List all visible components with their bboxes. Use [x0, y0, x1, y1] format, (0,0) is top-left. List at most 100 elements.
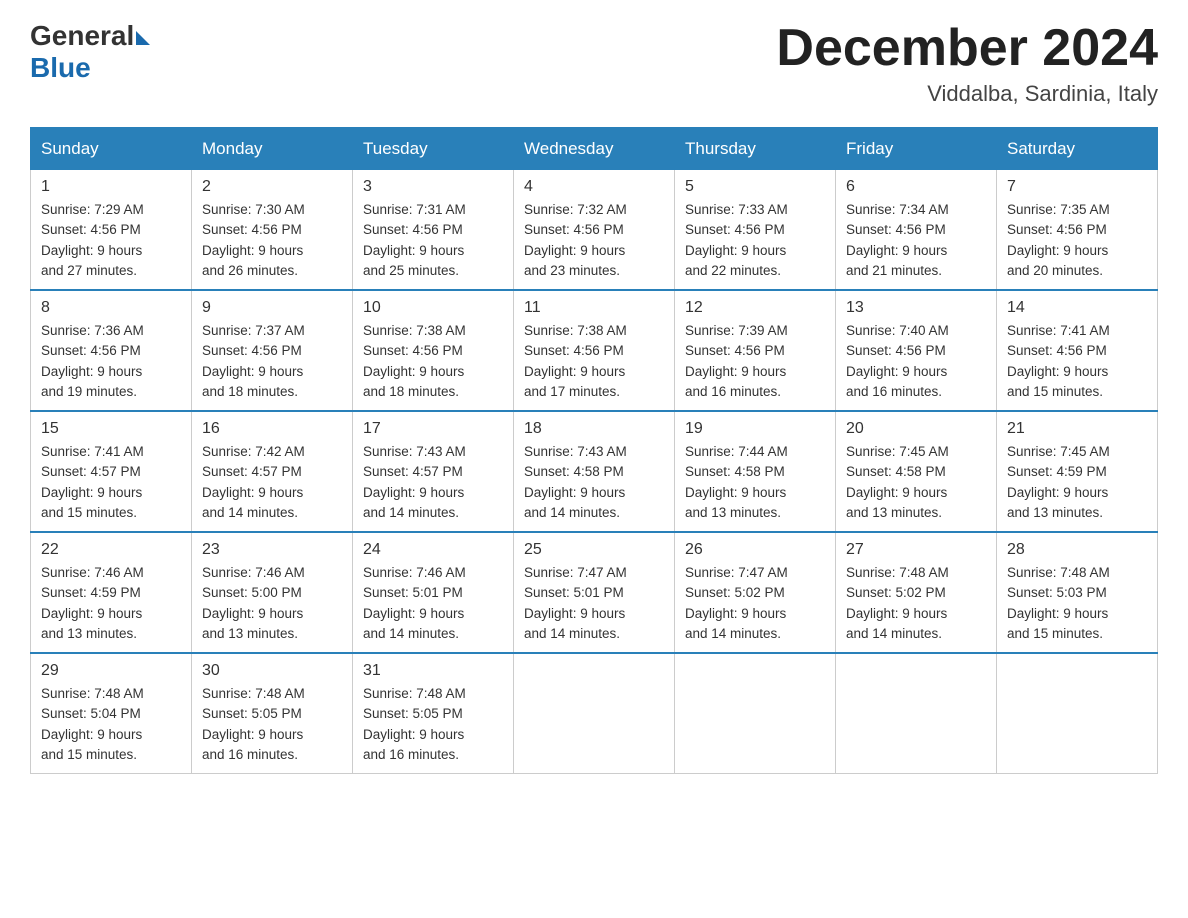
day-number: 20 — [846, 420, 986, 438]
calendar-day-cell: 3 Sunrise: 7:31 AMSunset: 4:56 PMDayligh… — [353, 170, 514, 291]
calendar-day-cell: 19 Sunrise: 7:44 AMSunset: 4:58 PMDaylig… — [675, 411, 836, 532]
day-info: Sunrise: 7:40 AMSunset: 4:56 PMDaylight:… — [846, 323, 949, 399]
calendar-week-row: 1 Sunrise: 7:29 AMSunset: 4:56 PMDayligh… — [31, 170, 1158, 291]
day-number: 5 — [685, 178, 825, 196]
calendar-day-cell: 27 Sunrise: 7:48 AMSunset: 5:02 PMDaylig… — [836, 532, 997, 653]
day-info: Sunrise: 7:39 AMSunset: 4:56 PMDaylight:… — [685, 323, 788, 399]
day-of-week-header: Thursday — [675, 128, 836, 170]
calendar-day-cell: 5 Sunrise: 7:33 AMSunset: 4:56 PMDayligh… — [675, 170, 836, 291]
day-number: 9 — [202, 299, 342, 317]
calendar-day-cell: 30 Sunrise: 7:48 AMSunset: 5:05 PMDaylig… — [192, 653, 353, 774]
day-info: Sunrise: 7:29 AMSunset: 4:56 PMDaylight:… — [41, 202, 144, 278]
calendar-week-row: 8 Sunrise: 7:36 AMSunset: 4:56 PMDayligh… — [31, 290, 1158, 411]
calendar-week-row: 15 Sunrise: 7:41 AMSunset: 4:57 PMDaylig… — [31, 411, 1158, 532]
day-number: 3 — [363, 178, 503, 196]
calendar-table: SundayMondayTuesdayWednesdayThursdayFrid… — [30, 127, 1158, 774]
calendar-day-cell — [836, 653, 997, 774]
day-info: Sunrise: 7:43 AMSunset: 4:57 PMDaylight:… — [363, 444, 466, 520]
day-info: Sunrise: 7:33 AMSunset: 4:56 PMDaylight:… — [685, 202, 788, 278]
day-info: Sunrise: 7:45 AMSunset: 4:58 PMDaylight:… — [846, 444, 949, 520]
calendar-day-cell: 26 Sunrise: 7:47 AMSunset: 5:02 PMDaylig… — [675, 532, 836, 653]
calendar-day-cell: 22 Sunrise: 7:46 AMSunset: 4:59 PMDaylig… — [31, 532, 192, 653]
day-number: 13 — [846, 299, 986, 317]
day-number: 2 — [202, 178, 342, 196]
day-info: Sunrise: 7:48 AMSunset: 5:05 PMDaylight:… — [202, 686, 305, 762]
day-of-week-header: Monday — [192, 128, 353, 170]
day-number: 10 — [363, 299, 503, 317]
day-number: 30 — [202, 662, 342, 680]
calendar-day-cell — [997, 653, 1158, 774]
day-number: 18 — [524, 420, 664, 438]
calendar-header-row: SundayMondayTuesdayWednesdayThursdayFrid… — [31, 128, 1158, 170]
calendar-day-cell: 14 Sunrise: 7:41 AMSunset: 4:56 PMDaylig… — [997, 290, 1158, 411]
day-number: 12 — [685, 299, 825, 317]
calendar-day-cell: 6 Sunrise: 7:34 AMSunset: 4:56 PMDayligh… — [836, 170, 997, 291]
day-info: Sunrise: 7:41 AMSunset: 4:57 PMDaylight:… — [41, 444, 144, 520]
day-of-week-header: Friday — [836, 128, 997, 170]
logo-triangle-icon — [136, 31, 150, 45]
day-number: 11 — [524, 299, 664, 317]
day-info: Sunrise: 7:31 AMSunset: 4:56 PMDaylight:… — [363, 202, 466, 278]
day-number: 21 — [1007, 420, 1147, 438]
calendar-day-cell: 31 Sunrise: 7:48 AMSunset: 5:05 PMDaylig… — [353, 653, 514, 774]
day-number: 22 — [41, 541, 181, 559]
logo-general-text: General — [30, 20, 134, 52]
logo-blue-text: Blue — [30, 52, 91, 84]
day-of-week-header: Wednesday — [514, 128, 675, 170]
day-info: Sunrise: 7:47 AMSunset: 5:01 PMDaylight:… — [524, 565, 627, 641]
day-info: Sunrise: 7:35 AMSunset: 4:56 PMDaylight:… — [1007, 202, 1110, 278]
day-info: Sunrise: 7:48 AMSunset: 5:05 PMDaylight:… — [363, 686, 466, 762]
calendar-day-cell: 4 Sunrise: 7:32 AMSunset: 4:56 PMDayligh… — [514, 170, 675, 291]
day-number: 27 — [846, 541, 986, 559]
calendar-week-row: 29 Sunrise: 7:48 AMSunset: 5:04 PMDaylig… — [31, 653, 1158, 774]
day-info: Sunrise: 7:45 AMSunset: 4:59 PMDaylight:… — [1007, 444, 1110, 520]
calendar-day-cell: 16 Sunrise: 7:42 AMSunset: 4:57 PMDaylig… — [192, 411, 353, 532]
calendar-day-cell: 21 Sunrise: 7:45 AMSunset: 4:59 PMDaylig… — [997, 411, 1158, 532]
calendar-day-cell: 23 Sunrise: 7:46 AMSunset: 5:00 PMDaylig… — [192, 532, 353, 653]
calendar-day-cell: 24 Sunrise: 7:46 AMSunset: 5:01 PMDaylig… — [353, 532, 514, 653]
day-number: 19 — [685, 420, 825, 438]
calendar-day-cell: 29 Sunrise: 7:48 AMSunset: 5:04 PMDaylig… — [31, 653, 192, 774]
day-info: Sunrise: 7:43 AMSunset: 4:58 PMDaylight:… — [524, 444, 627, 520]
calendar-week-row: 22 Sunrise: 7:46 AMSunset: 4:59 PMDaylig… — [31, 532, 1158, 653]
calendar-day-cell — [675, 653, 836, 774]
day-info: Sunrise: 7:36 AMSunset: 4:56 PMDaylight:… — [41, 323, 144, 399]
calendar-day-cell: 20 Sunrise: 7:45 AMSunset: 4:58 PMDaylig… — [836, 411, 997, 532]
day-info: Sunrise: 7:42 AMSunset: 4:57 PMDaylight:… — [202, 444, 305, 520]
calendar-day-cell: 25 Sunrise: 7:47 AMSunset: 5:01 PMDaylig… — [514, 532, 675, 653]
calendar-day-cell: 2 Sunrise: 7:30 AMSunset: 4:56 PMDayligh… — [192, 170, 353, 291]
day-number: 4 — [524, 178, 664, 196]
day-number: 1 — [41, 178, 181, 196]
day-info: Sunrise: 7:37 AMSunset: 4:56 PMDaylight:… — [202, 323, 305, 399]
location-text: Viddalba, Sardinia, Italy — [776, 81, 1158, 107]
day-info: Sunrise: 7:38 AMSunset: 4:56 PMDaylight:… — [524, 323, 627, 399]
day-info: Sunrise: 7:46 AMSunset: 5:00 PMDaylight:… — [202, 565, 305, 641]
month-title: December 2024 — [776, 20, 1158, 77]
calendar-day-cell: 10 Sunrise: 7:38 AMSunset: 4:56 PMDaylig… — [353, 290, 514, 411]
day-number: 31 — [363, 662, 503, 680]
day-info: Sunrise: 7:30 AMSunset: 4:56 PMDaylight:… — [202, 202, 305, 278]
day-info: Sunrise: 7:46 AMSunset: 5:01 PMDaylight:… — [363, 565, 466, 641]
calendar-day-cell: 9 Sunrise: 7:37 AMSunset: 4:56 PMDayligh… — [192, 290, 353, 411]
calendar-day-cell: 7 Sunrise: 7:35 AMSunset: 4:56 PMDayligh… — [997, 170, 1158, 291]
calendar-day-cell: 12 Sunrise: 7:39 AMSunset: 4:56 PMDaylig… — [675, 290, 836, 411]
day-number: 7 — [1007, 178, 1147, 196]
day-of-week-header: Sunday — [31, 128, 192, 170]
day-info: Sunrise: 7:47 AMSunset: 5:02 PMDaylight:… — [685, 565, 788, 641]
day-number: 14 — [1007, 299, 1147, 317]
calendar-day-cell: 13 Sunrise: 7:40 AMSunset: 4:56 PMDaylig… — [836, 290, 997, 411]
calendar-day-cell: 11 Sunrise: 7:38 AMSunset: 4:56 PMDaylig… — [514, 290, 675, 411]
day-info: Sunrise: 7:48 AMSunset: 5:02 PMDaylight:… — [846, 565, 949, 641]
day-number: 25 — [524, 541, 664, 559]
day-info: Sunrise: 7:48 AMSunset: 5:03 PMDaylight:… — [1007, 565, 1110, 641]
day-number: 23 — [202, 541, 342, 559]
calendar-day-cell: 1 Sunrise: 7:29 AMSunset: 4:56 PMDayligh… — [31, 170, 192, 291]
calendar-day-cell: 28 Sunrise: 7:48 AMSunset: 5:03 PMDaylig… — [997, 532, 1158, 653]
calendar-day-cell: 8 Sunrise: 7:36 AMSunset: 4:56 PMDayligh… — [31, 290, 192, 411]
day-of-week-header: Tuesday — [353, 128, 514, 170]
day-info: Sunrise: 7:44 AMSunset: 4:58 PMDaylight:… — [685, 444, 788, 520]
day-number: 24 — [363, 541, 503, 559]
calendar-day-cell: 17 Sunrise: 7:43 AMSunset: 4:57 PMDaylig… — [353, 411, 514, 532]
day-info: Sunrise: 7:46 AMSunset: 4:59 PMDaylight:… — [41, 565, 144, 641]
day-info: Sunrise: 7:34 AMSunset: 4:56 PMDaylight:… — [846, 202, 949, 278]
